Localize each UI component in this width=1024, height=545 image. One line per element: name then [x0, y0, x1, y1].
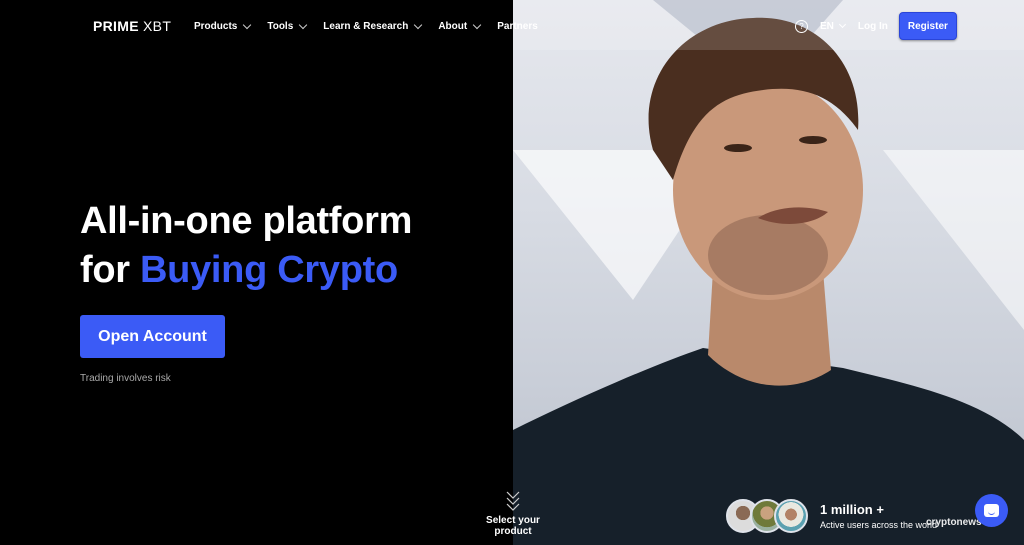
watermark: cryptonews: [926, 517, 982, 528]
user-count: 1 million +: [820, 502, 884, 517]
login-link[interactable]: Log In: [858, 21, 888, 32]
headline-accent: Buying Crypto: [140, 249, 398, 291]
menu-item-products[interactable]: Products: [194, 20, 252, 32]
page: PRIME XBT Products Tools Learn & Researc…: [0, 0, 1024, 545]
language-label: EN: [820, 20, 834, 32]
menu-item-label: About: [438, 21, 468, 32]
menu-item-tools[interactable]: Tools: [267, 20, 308, 32]
menu-item-partners[interactable]: Partners: [497, 21, 538, 32]
top-nav: PRIME XBT Products Tools Learn & Researc…: [0, 0, 1024, 54]
menu-item-label: Tools: [267, 21, 294, 32]
hero-photo: [513, 0, 1024, 545]
register-button[interactable]: Register: [898, 12, 957, 40]
menu-item-learn-research[interactable]: Learn & Research: [323, 20, 423, 32]
social-proof-text: 1 million + Active users across the worl…: [820, 502, 937, 530]
beard-shadow: [708, 215, 828, 295]
chat-icon: [984, 504, 999, 517]
eye-left: [724, 144, 752, 152]
menu-item-label: Learn & Research: [323, 21, 409, 32]
select-product-label: Select your product: [486, 515, 540, 537]
avatar: [774, 499, 808, 533]
headline-line2-prefix: for: [80, 249, 141, 291]
chevron-down-icon: [838, 20, 846, 29]
risk-disclaimer: Trading involves risk: [80, 373, 171, 384]
chevron-down-icon: [472, 20, 482, 30]
chevron-down-icon: [299, 20, 308, 30]
v-shape-right: [883, 150, 1024, 330]
chat-button[interactable]: [975, 494, 1008, 527]
hero-photo-art: [513, 0, 1024, 545]
logo-light: XBT: [143, 18, 172, 34]
menu-item-label: Products: [194, 21, 238, 32]
user-caption: Active users across the world: [820, 520, 938, 530]
chevron-down-icon: [243, 20, 252, 30]
main-menu: Products Tools Learn & Research About Pa…: [194, 20, 555, 32]
triple-chevron-down-icon: [506, 491, 520, 511]
logo[interactable]: PRIME XBT: [93, 18, 171, 34]
logo-bold: PRIME: [93, 18, 139, 34]
headline-line1: All-in-one platform: [80, 200, 413, 242]
language-selector[interactable]: EN: [820, 20, 846, 32]
social-proof: 1 million + Active users across the worl…: [726, 499, 937, 533]
nav-actions: ? EN Log In Register: [795, 12, 957, 40]
menu-item-about[interactable]: About: [438, 20, 482, 32]
eye-right: [799, 136, 827, 144]
open-account-button[interactable]: Open Account: [80, 315, 225, 358]
menu-item-label: Partners: [497, 21, 538, 32]
chevron-down-icon: [414, 20, 423, 30]
help-glyph: ?: [799, 21, 804, 31]
select-product-scroll[interactable]: Select your product: [472, 490, 554, 537]
help-icon[interactable]: ?: [795, 19, 808, 33]
hero-headline: All-in-one platform for Buying Crypto: [80, 197, 412, 295]
